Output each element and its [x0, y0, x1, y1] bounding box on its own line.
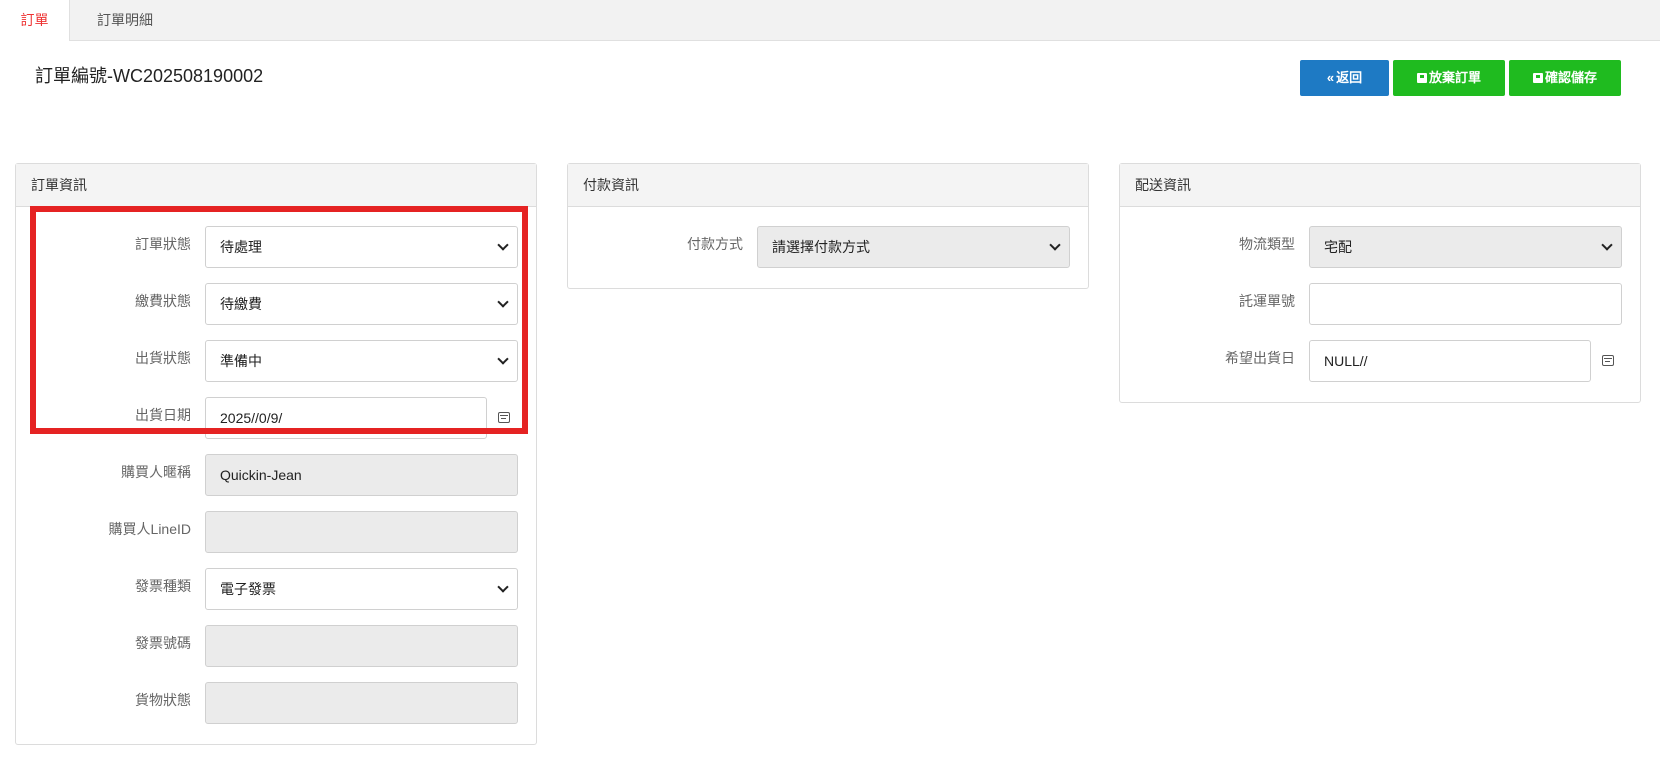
save-button-label: 確認儲存	[1544, 70, 1597, 85]
goods-status-field	[205, 682, 518, 724]
buyer-line-id-field	[205, 511, 518, 553]
payment-status-select[interactable]: 待繳費	[205, 283, 518, 325]
order-info-panel: 訂單資訊 訂單狀態 待處理 繳費狀態 待繳費 出貨狀態 準備中 出貨日期 202…	[15, 163, 537, 745]
payment-method-select[interactable]: 請選擇付款方式	[757, 226, 1070, 268]
ship-date-label: 出貨日期	[135, 407, 191, 423]
tracking-number-label: 託運單號	[1239, 293, 1295, 309]
delivery-info-title: 配送資訊	[1120, 164, 1640, 207]
buyer-nickname-label: 購買人暱稱	[121, 464, 191, 480]
page-title: 訂單編號-WC202508190002	[35, 66, 264, 86]
back-button-label: 返回	[1336, 70, 1363, 85]
invoice-number-field	[205, 625, 518, 667]
shipping-status-select[interactable]: 準備中	[205, 340, 518, 382]
tab-order-details[interactable]: 訂單明細	[70, 0, 180, 40]
preferred-ship-date-input[interactable]: NULL//	[1309, 340, 1591, 382]
payment-method-label: 付款方式	[687, 236, 743, 252]
ship-date-input[interactable]: 2025//0/9/	[205, 397, 487, 439]
invoice-type-label: 發票種類	[135, 578, 191, 594]
order-info-title: 訂單資訊	[16, 164, 536, 207]
calendar-icon[interactable]	[1602, 355, 1614, 366]
payment-status-label: 繳費狀態	[135, 293, 191, 309]
shipping-status-label: 出貨狀態	[135, 350, 191, 366]
preferred-ship-date-label: 希望出貨日	[1225, 350, 1295, 366]
order-status-select[interactable]: 待處理	[205, 226, 518, 268]
buyer-line-id-label: 購買人LineID	[108, 521, 191, 537]
double-chevron-left-icon: «	[1326, 70, 1335, 85]
tab-bar: 訂單 訂單明細	[0, 0, 1660, 41]
save-icon	[1416, 73, 1427, 83]
tracking-number-input[interactable]	[1309, 283, 1622, 325]
order-status-label: 訂單狀態	[135, 236, 191, 252]
logistics-type-label: 物流類型	[1239, 236, 1295, 252]
goods-status-label: 貨物狀態	[135, 692, 191, 708]
payment-info-title: 付款資訊	[568, 164, 1088, 207]
tab-order[interactable]: 訂單	[0, 0, 70, 41]
invoice-number-label: 發票號碼	[135, 635, 191, 651]
delivery-info-panel: 配送資訊 物流類型 宅配 託運單號 希望出貨日 NULL//	[1119, 163, 1641, 403]
save-icon	[1532, 73, 1543, 83]
back-button[interactable]: «返回	[1300, 60, 1389, 96]
logistics-type-select[interactable]: 宅配	[1309, 226, 1622, 268]
confirm-save-button[interactable]: 確認儲存	[1509, 60, 1621, 96]
payment-info-panel: 付款資訊 付款方式 請選擇付款方式	[567, 163, 1089, 289]
calendar-icon[interactable]	[498, 412, 510, 423]
abandon-button-label: 放棄訂單	[1428, 70, 1481, 85]
abandon-order-button[interactable]: 放棄訂單	[1393, 60, 1505, 96]
invoice-type-select[interactable]: 電子發票	[205, 568, 518, 610]
buyer-nickname-field: Quickin-Jean	[205, 454, 518, 496]
